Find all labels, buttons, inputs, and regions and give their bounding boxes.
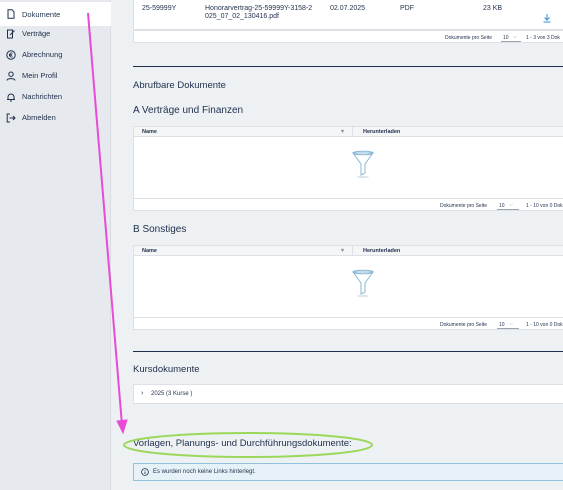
annotation-arrow-head — [116, 419, 128, 435]
annotation-ellipse — [123, 432, 373, 458]
annotation-overlay — [87, 12, 373, 458]
annotation-arrow — [87, 12, 123, 426]
